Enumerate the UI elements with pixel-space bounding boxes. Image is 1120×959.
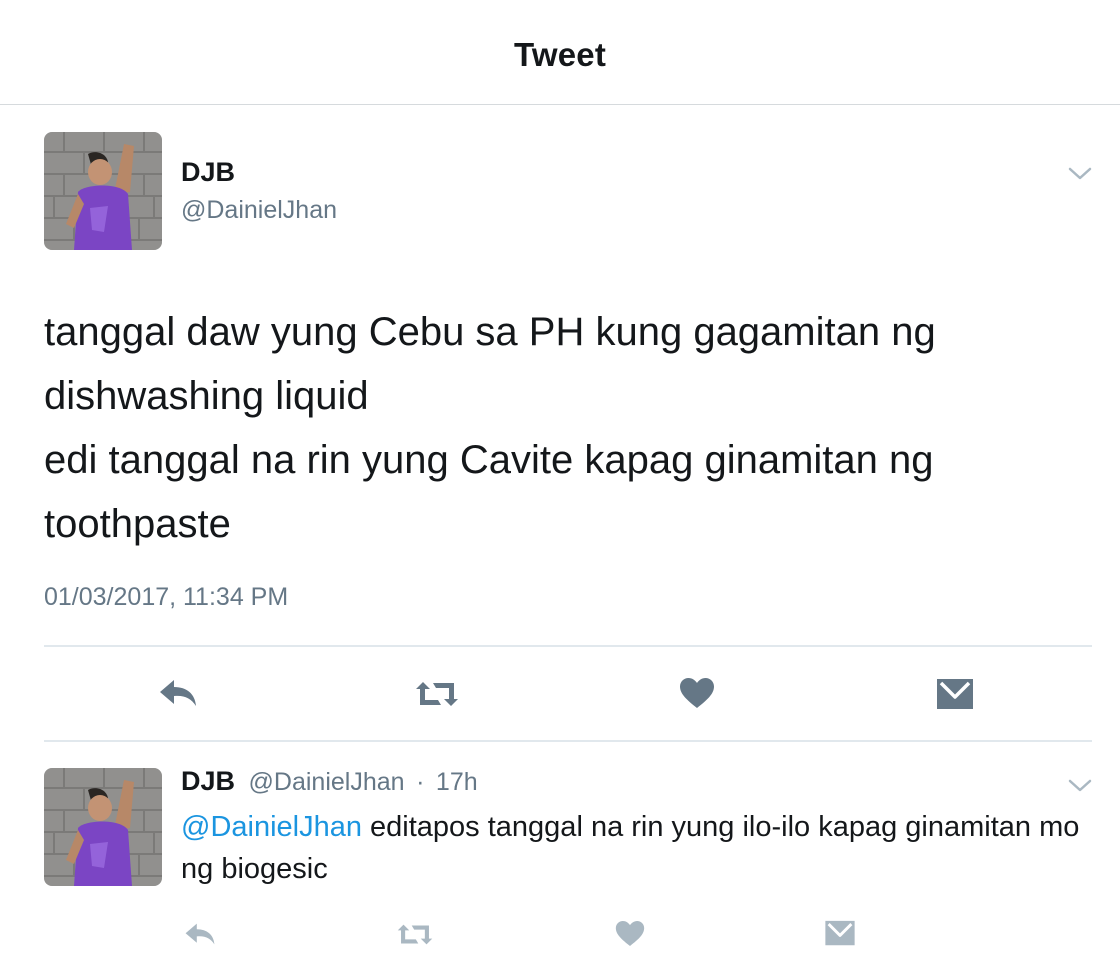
reply-icon[interactable]: [158, 678, 198, 708]
reply-text: @DainielJhan editapos tanggal na rin yun…: [181, 806, 1081, 890]
page-title: Tweet: [513, 36, 607, 73]
reply-icon[interactable]: [184, 922, 216, 946]
profile-photo: [44, 768, 162, 886]
user-handle[interactable]: @DainielJhan: [181, 196, 337, 225]
separator-dot: ·: [416, 768, 425, 796]
tweet-text: tanggal daw yung Cebu sa PH kung gagamit…: [44, 310, 936, 546]
avatar[interactable]: [44, 768, 162, 886]
reply-header: DJB @DainielJhan · 17h: [181, 766, 478, 797]
mention-link[interactable]: @DainielJhan: [181, 811, 362, 843]
tweet-timestamp: 01/03/2017, 11:34 PM: [44, 583, 289, 611]
profile-photo: [44, 132, 162, 250]
display-name[interactable]: DJB: [181, 157, 235, 188]
divider: [44, 645, 1092, 647]
like-icon[interactable]: [679, 677, 715, 709]
divider: [44, 740, 1092, 742]
display-name[interactable]: DJB: [181, 766, 235, 796]
direct-message-icon[interactable]: [936, 678, 974, 710]
chevron-down-icon[interactable]: [1067, 166, 1093, 182]
avatar[interactable]: [44, 132, 162, 250]
retweet-icon[interactable]: [414, 680, 460, 708]
like-icon[interactable]: [615, 920, 645, 947]
user-handle[interactable]: @DainielJhan: [249, 768, 405, 796]
direct-message-icon[interactable]: [824, 920, 856, 946]
tweet-detail-screen: Tweet DJB @DainielJhan tanggal daw yung …: [0, 0, 1120, 959]
retweet-icon[interactable]: [396, 923, 434, 946]
top-bar: Tweet: [0, 0, 1120, 105]
chevron-down-icon[interactable]: [1067, 778, 1093, 794]
reply-time[interactable]: 17h: [436, 768, 478, 796]
